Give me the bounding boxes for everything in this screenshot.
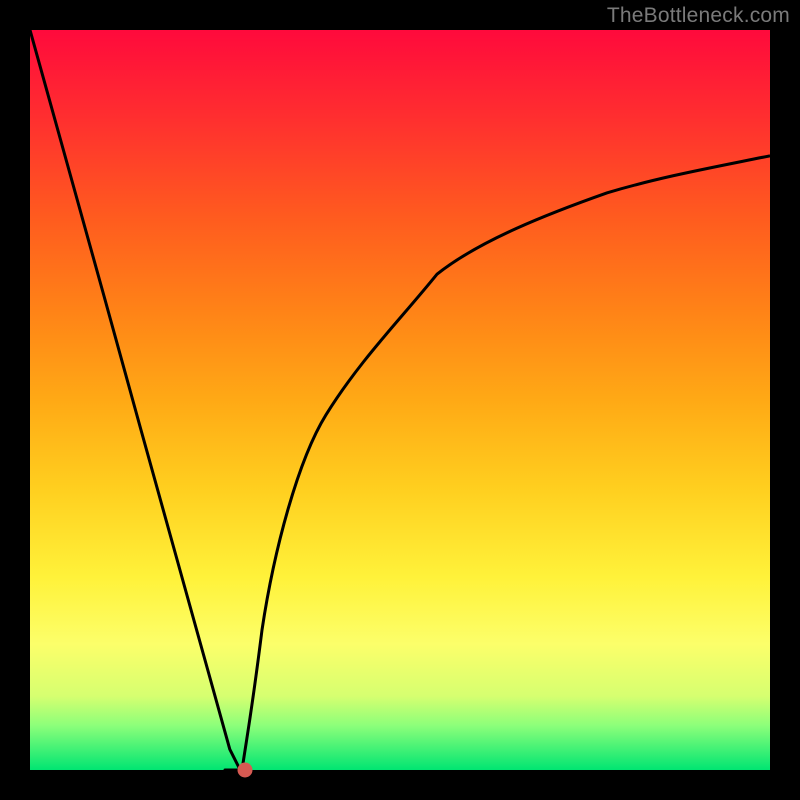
- curve-left-branch: [30, 30, 240, 770]
- bottleneck-curve: [30, 30, 770, 770]
- plot-area: [30, 30, 770, 770]
- minimum-marker: [237, 763, 252, 778]
- chart-frame: TheBottleneck.com: [0, 0, 800, 800]
- curve-right-branch: [242, 156, 770, 770]
- watermark-text: TheBottleneck.com: [607, 4, 790, 28]
